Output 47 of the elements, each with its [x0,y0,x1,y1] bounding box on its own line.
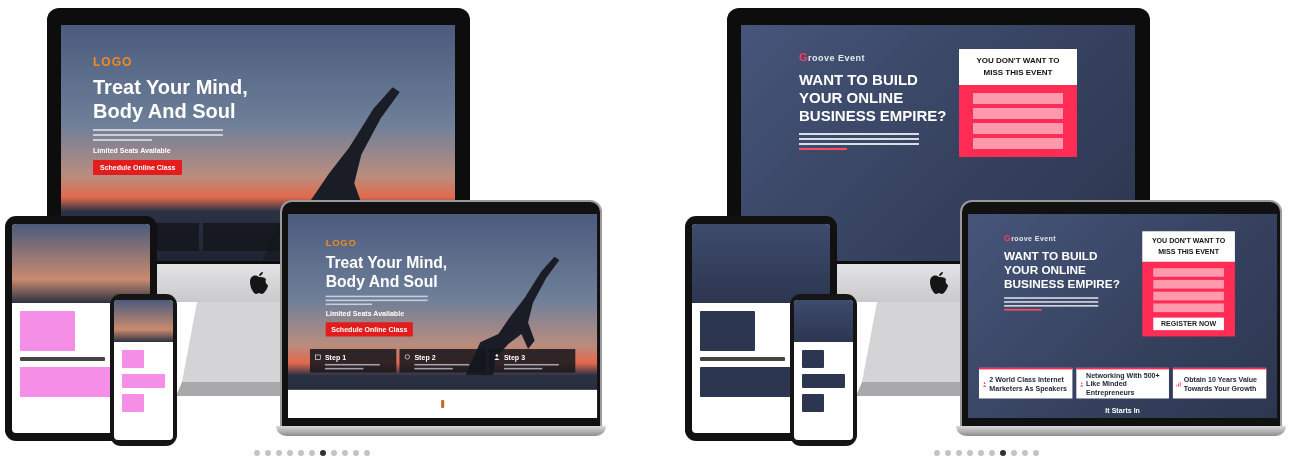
carousel-dot[interactable] [265,450,271,456]
form-field[interactable] [1153,279,1224,289]
carousel-dot[interactable] [1022,450,1028,456]
carousel-dot[interactable] [1000,450,1006,456]
hero-title: Treat Your Mind, Body And Soul [325,253,448,291]
carousel-dot[interactable] [934,450,940,456]
form-field[interactable] [1153,268,1224,277]
text-lines-drawing [324,363,380,370]
carousel-dot[interactable] [342,450,348,456]
carousel-dot[interactable] [1033,450,1039,456]
carousel-dot[interactable] [978,450,984,456]
carousel-dot[interactable] [298,450,304,456]
bar-chart-icon [1176,379,1182,389]
carousel-dot[interactable] [309,450,315,456]
logo: LOGO [93,55,133,69]
logo-icon [928,271,949,295]
carousel-dot[interactable] [353,450,359,456]
carousel-dot[interactable] [331,450,337,456]
carousel-dot[interactable] [967,450,973,456]
text-lines-drawing [414,363,470,370]
text-lines-drawing [503,363,559,370]
form-field[interactable] [973,93,1063,104]
carousel-dot[interactable] [254,450,260,456]
form-title: YOU DON'T WANT TO MISS THIS EVENT [959,49,1077,85]
carousel-dot[interactable] [287,450,293,456]
logo-icon [248,271,269,295]
carousel-dot[interactable] [956,450,962,456]
form-field[interactable] [973,138,1063,149]
logo: Groove Event [1004,232,1056,243]
carousel-dot[interactable] [1011,450,1017,456]
form-field[interactable] [1153,291,1224,301]
hero-title: WANT TO BUILD YOUR ONLINE BUSINESS EMPIRE? [799,71,947,125]
carousel-dot[interactable] [276,450,282,456]
carousel-dot[interactable] [320,450,326,456]
hero-title: WANT TO BUILD YOUR ONLINE BUSINESS EMPIRE? [1004,248,1120,291]
person-icon [493,353,500,360]
carousel-dot[interactable] [364,450,370,456]
carousel-dot[interactable] [989,450,995,456]
calendar-icon [314,353,321,360]
logo: LOGO [325,237,357,249]
form-field[interactable] [973,108,1063,119]
hero-title: Treat Your Mind, Body And Soul [93,75,248,123]
form-field[interactable] [973,123,1063,134]
person-icon [982,379,987,389]
form-field[interactable] [1153,303,1224,313]
carousel-dot[interactable] [945,450,951,456]
logo: Groove Event [799,51,866,63]
